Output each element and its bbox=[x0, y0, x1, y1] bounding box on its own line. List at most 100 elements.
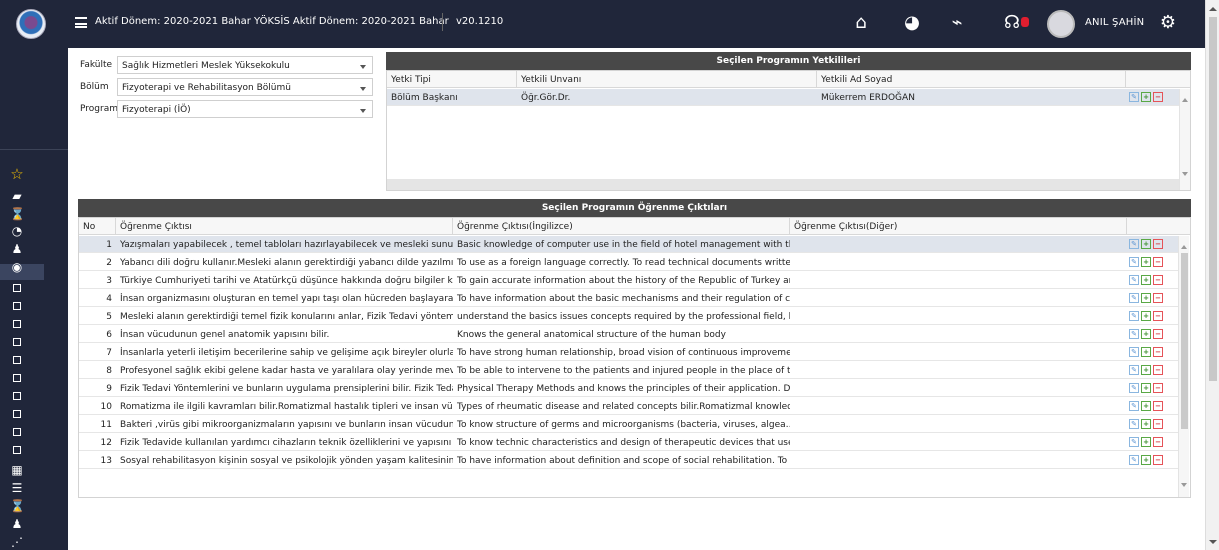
box-icon[interactable] bbox=[10, 371, 24, 384]
edit-icon[interactable]: ✎ bbox=[1129, 419, 1139, 429]
home-icon[interactable]: ⌂ bbox=[850, 12, 872, 34]
remove-icon[interactable]: − bbox=[1153, 275, 1163, 285]
add-icon[interactable]: + bbox=[1141, 437, 1151, 447]
edit-icon[interactable]: ✎ bbox=[1129, 257, 1139, 267]
table-row[interactable]: 4 İnsan organizmasını oluşturan en temel … bbox=[79, 290, 1178, 307]
settings-icon[interactable]: ⚙ bbox=[1157, 12, 1179, 34]
page-scrollbar[interactable] bbox=[1205, 0, 1219, 550]
remove-icon[interactable]: − bbox=[1153, 257, 1163, 267]
bolum-select[interactable]: Fizyoterapi ve Rehabilitasyon Bölümü bbox=[117, 78, 373, 96]
remove-icon[interactable]: − bbox=[1153, 383, 1163, 393]
table-row[interactable]: Bölüm Başkanı Öğr.Gör.Dr. Mükerrem ERDOĞ… bbox=[387, 89, 1182, 106]
column-header-ingilizce[interactable]: Öğrenme Çıktısı(İngilizce) bbox=[453, 218, 790, 235]
edit-icon[interactable]: ✎ bbox=[1129, 437, 1139, 447]
list-icon[interactable]: ☰ bbox=[10, 482, 24, 495]
outcomes-scrollbar[interactable] bbox=[1178, 236, 1189, 497]
box-icon[interactable] bbox=[10, 425, 24, 438]
add-icon[interactable]: + bbox=[1141, 401, 1151, 411]
edit-icon[interactable]: ✎ bbox=[1129, 92, 1139, 102]
table-row[interactable]: 11 Bakteri ,virüs gibi mikroorganizmaları… bbox=[79, 416, 1178, 433]
edit-icon[interactable]: ✎ bbox=[1129, 347, 1139, 357]
user-edit-icon[interactable]: ♟ bbox=[10, 243, 24, 256]
box-icon[interactable] bbox=[10, 443, 24, 456]
hourglass-icon[interactable]: ⌛ bbox=[10, 500, 25, 513]
remove-icon[interactable]: − bbox=[1153, 329, 1163, 339]
box-icon[interactable] bbox=[10, 281, 24, 294]
box-icon[interactable] bbox=[10, 353, 24, 366]
trend-chart-icon[interactable]: ⌁ bbox=[946, 12, 968, 34]
avatar[interactable] bbox=[1047, 10, 1075, 38]
add-icon[interactable]: + bbox=[1141, 239, 1151, 249]
page-scroll-thumb[interactable] bbox=[1209, 17, 1217, 381]
box-icon[interactable] bbox=[10, 335, 24, 348]
edit-icon[interactable]: ✎ bbox=[1129, 275, 1139, 285]
remove-icon[interactable]: − bbox=[1153, 419, 1163, 429]
edit-icon[interactable]: ✎ bbox=[1129, 239, 1139, 249]
add-icon[interactable]: + bbox=[1141, 311, 1151, 321]
hourglass-icon[interactable]: ⌛ bbox=[10, 208, 25, 221]
university-logo[interactable] bbox=[16, 9, 46, 39]
remove-icon[interactable]: − bbox=[1153, 365, 1163, 375]
column-header-ogrenme-ciktisi[interactable]: Öğrenme Çıktısı bbox=[116, 218, 453, 235]
notification-badge[interactable] bbox=[1021, 17, 1029, 27]
box-icon[interactable] bbox=[10, 389, 24, 402]
remove-icon[interactable]: − bbox=[1153, 293, 1163, 303]
box-icon[interactable] bbox=[10, 299, 24, 312]
table-row[interactable]: 2 Yabancı dili doğru kullanır.Mesleki ala… bbox=[79, 254, 1178, 271]
user-name[interactable]: ANIL ŞAHİN bbox=[1085, 17, 1144, 28]
horizontal-scrollbar[interactable] bbox=[387, 179, 1182, 190]
edit-icon[interactable]: ✎ bbox=[1129, 329, 1139, 339]
edit-icon[interactable]: ✎ bbox=[1129, 401, 1139, 411]
table-row[interactable]: 3 Türkiye Cumhuriyeti tarihi ve Atatürkçü… bbox=[79, 272, 1178, 289]
table-row[interactable]: 12 Fizik Tedavide kullanılan yardımcı cih… bbox=[79, 434, 1178, 451]
box-icon[interactable] bbox=[10, 407, 24, 420]
star-icon[interactable]: ☆ bbox=[10, 167, 24, 182]
remove-icon[interactable]: − bbox=[1153, 437, 1163, 447]
table-row[interactable]: 9 Fizik Tedavi Yöntemlerini ve bunların u… bbox=[79, 380, 1178, 397]
add-icon[interactable]: + bbox=[1141, 329, 1151, 339]
scroll-up-arrow-icon[interactable] bbox=[1181, 245, 1187, 249]
add-icon[interactable]: + bbox=[1141, 275, 1151, 285]
column-header-diger[interactable]: Öğrenme Çıktısı(Diğer) bbox=[790, 218, 1127, 235]
table-row[interactable]: 10 Romatizma ile ilgili kavramları bilir.… bbox=[79, 398, 1178, 415]
column-header-no[interactable]: No bbox=[79, 218, 116, 235]
edit-icon[interactable]: ✎ bbox=[1129, 383, 1139, 393]
add-icon[interactable]: + bbox=[1141, 347, 1151, 357]
edit-icon[interactable]: ✎ bbox=[1129, 293, 1139, 303]
edit-icon[interactable]: ✎ bbox=[1129, 311, 1139, 321]
add-icon[interactable]: + bbox=[1141, 257, 1151, 267]
fakulte-select[interactable]: Sağlık Hizmetleri Meslek Yüksekokulu bbox=[117, 56, 373, 74]
remove-icon[interactable]: − bbox=[1153, 455, 1163, 465]
remove-icon[interactable]: − bbox=[1153, 92, 1163, 102]
table-row[interactable]: 8 Profesyonel sağlık ekibi gelene kadar h… bbox=[79, 362, 1178, 379]
table-row[interactable]: 5 Mesleki alanın gerektirdiği temel fizik… bbox=[79, 308, 1178, 325]
table-row[interactable]: 6 İnsan vücudunun genel anatomik yapısını… bbox=[79, 326, 1178, 343]
add-icon[interactable]: + bbox=[1141, 383, 1151, 393]
table-row[interactable]: 13 Sosyal rehabilitasyon kişinin sosyal v… bbox=[79, 452, 1178, 469]
table-row[interactable]: 7 İnsanlarla yeterli iletişim becerilerin… bbox=[79, 344, 1178, 361]
globe-icon[interactable]: ◉ bbox=[10, 261, 24, 274]
scroll-thumb[interactable] bbox=[1181, 253, 1188, 429]
scroll-down-arrow-icon[interactable] bbox=[1181, 483, 1187, 487]
authorities-scrollbar[interactable] bbox=[1179, 89, 1190, 190]
add-icon[interactable]: + bbox=[1141, 293, 1151, 303]
add-icon[interactable]: + bbox=[1141, 92, 1151, 102]
page-scroll-up-icon[interactable] bbox=[1209, 7, 1217, 11]
remove-icon[interactable]: − bbox=[1153, 347, 1163, 357]
remove-icon[interactable]: − bbox=[1153, 401, 1163, 411]
edit-icon[interactable]: ✎ bbox=[1129, 365, 1139, 375]
table-row[interactable]: 1 Yazışmaları yapabilecek , temel tablola… bbox=[79, 236, 1178, 253]
remove-icon[interactable]: − bbox=[1153, 311, 1163, 321]
scroll-up-arrow-icon[interactable] bbox=[1182, 98, 1188, 102]
chat-icon[interactable]: ☊ bbox=[1001, 12, 1023, 34]
column-header-yetkili-ad-soyad[interactable]: Yetkili Ad Soyad bbox=[817, 71, 1126, 88]
car-icon[interactable]: ▰ bbox=[10, 190, 24, 203]
add-icon[interactable]: + bbox=[1141, 365, 1151, 375]
network-icon[interactable]: ⋰ bbox=[10, 536, 24, 549]
menu-icon[interactable] bbox=[75, 17, 87, 28]
edit-icon[interactable]: ✎ bbox=[1129, 455, 1139, 465]
page-scroll-down-icon[interactable] bbox=[1209, 540, 1217, 544]
program-select[interactable]: Fizyoterapi (İÖ) bbox=[117, 100, 373, 118]
users-icon[interactable]: ♟ bbox=[10, 518, 24, 531]
pie-chart-icon[interactable]: ◕ bbox=[901, 12, 923, 34]
